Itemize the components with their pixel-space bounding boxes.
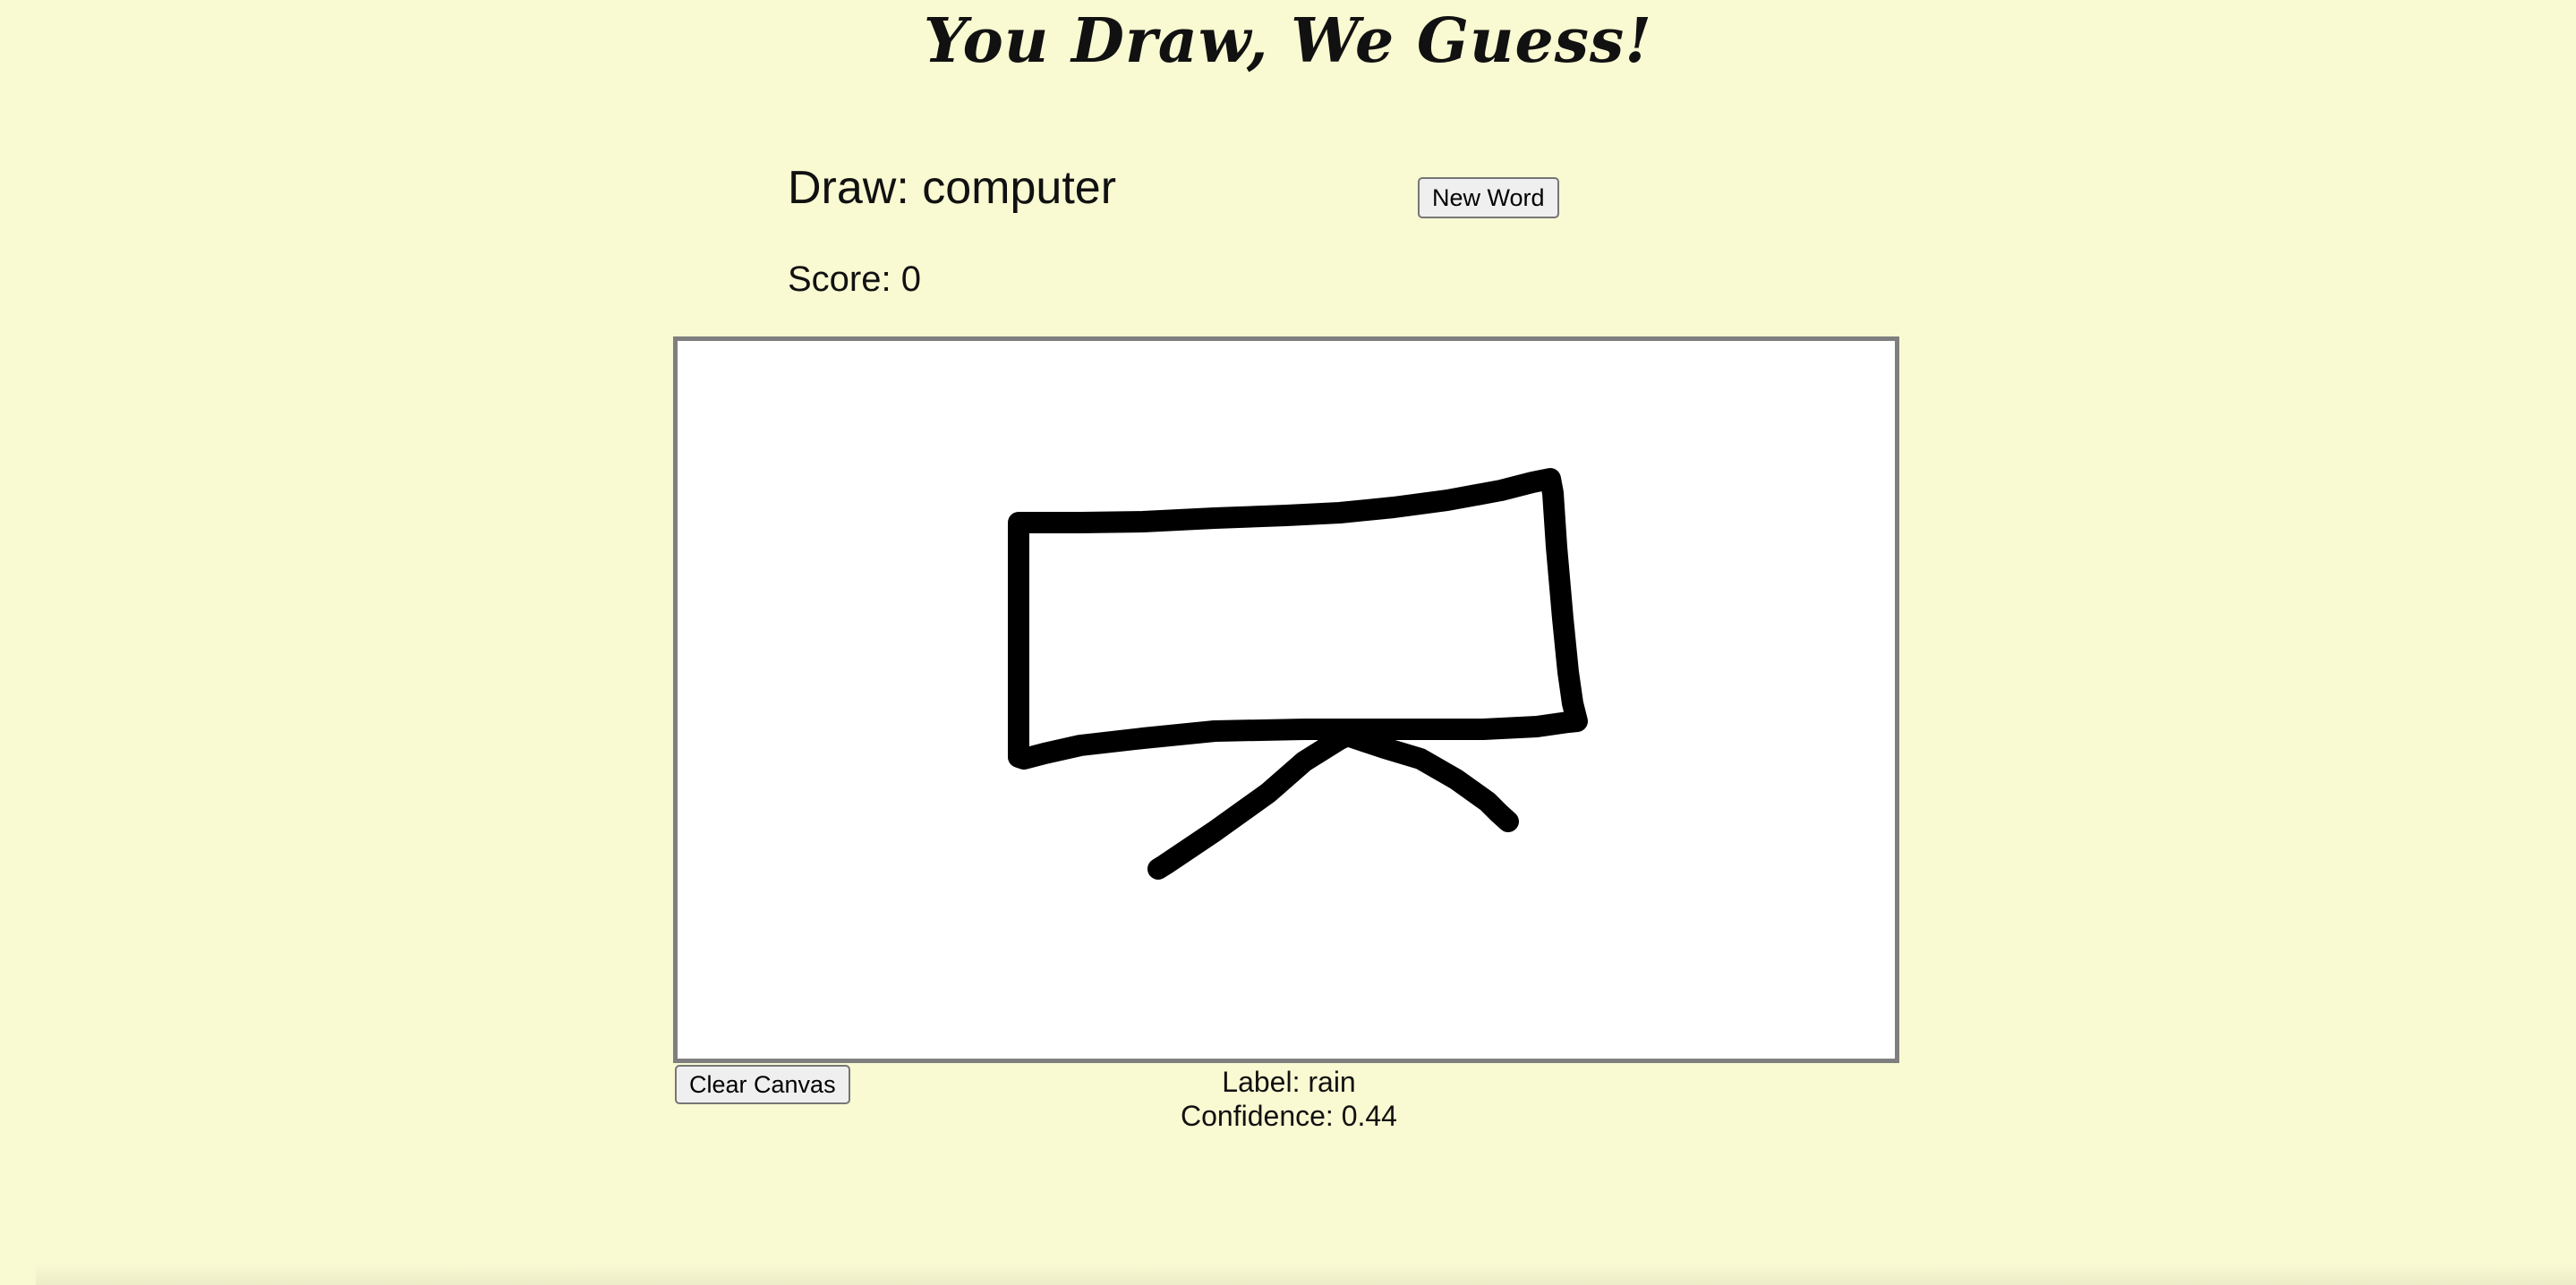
score-value: 0 (900, 260, 921, 299)
new-word-button[interactable]: New Word (1418, 177, 1559, 218)
prediction-label: Label: rain (1110, 1065, 1468, 1099)
prediction-confidence: Confidence: 0.44 (1110, 1099, 1468, 1133)
draw-prompt-label: Draw: (788, 162, 909, 214)
score-display: Score: 0 (788, 260, 921, 300)
clear-canvas-button[interactable]: Clear Canvas (675, 1065, 850, 1104)
drawing-stroke-screen (1008, 468, 1588, 770)
drawing-stroke-stand-right (1342, 727, 1519, 832)
target-word: computer (922, 162, 1117, 214)
prediction-panel: Label: rain Confidence: 0.44 (1110, 1065, 1468, 1133)
draw-prompt: Draw: computer (788, 161, 1116, 215)
page-title: You Draw, We Guess! (923, 5, 1653, 77)
score-label: Score: (788, 260, 891, 299)
prediction-confidence-prefix: Confidence: (1181, 1100, 1334, 1132)
user-drawing (1008, 468, 1588, 880)
drawing-canvas[interactable] (673, 336, 1899, 1063)
prediction-label-prefix: Label: (1222, 1066, 1301, 1098)
drawing-stroke-stand-left (1147, 719, 1371, 880)
prediction-label-value: rain (1308, 1066, 1356, 1098)
prediction-confidence-value: 0.44 (1341, 1100, 1397, 1132)
bottom-shadow (36, 1264, 2576, 1285)
